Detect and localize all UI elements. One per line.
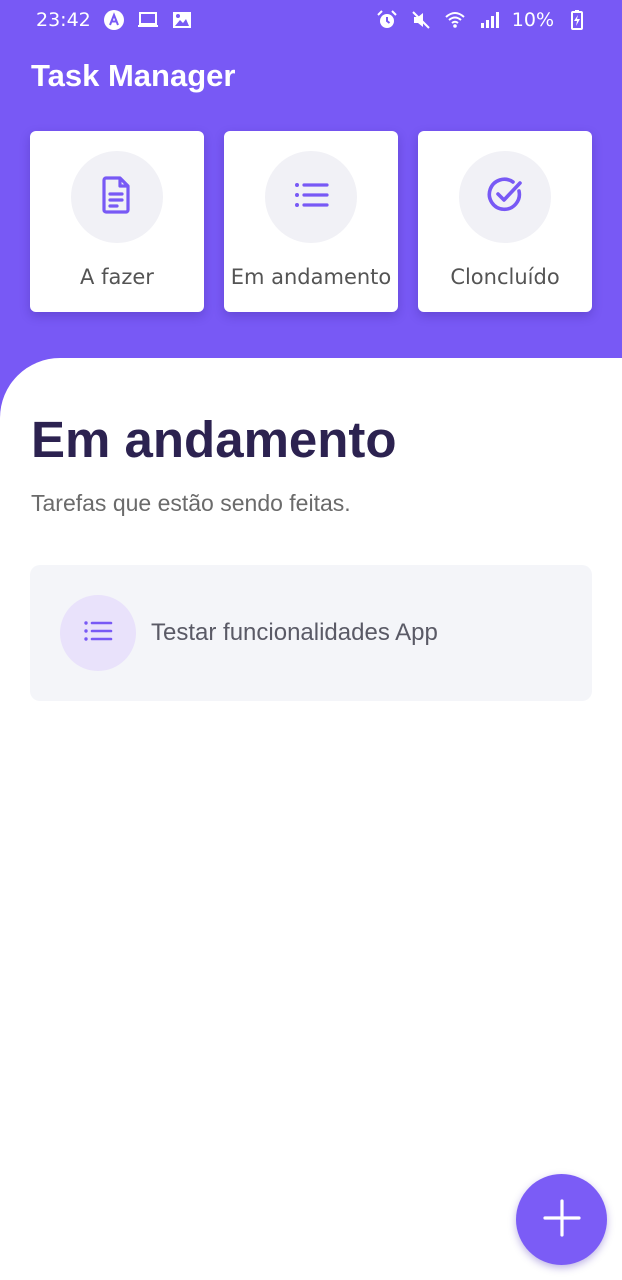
mute-icon <box>410 9 432 31</box>
category-icon-circle <box>459 151 551 243</box>
category-icon-circle <box>71 151 163 243</box>
wifi-icon <box>444 9 466 31</box>
signal-icon <box>478 9 500 31</box>
section-subtitle: Tarefas que estão sendo feitas. <box>31 490 351 516</box>
content-sheet: Em andamento Tarefas que estão sendo fei… <box>0 358 622 1280</box>
task-label: Testar funcionalidades App <box>151 619 438 646</box>
section-title: Em andamento <box>31 411 397 468</box>
category-label: Em andamento <box>230 265 392 289</box>
task-item[interactable]: Testar funcionalidades App <box>30 565 592 701</box>
list-icon <box>289 173 333 222</box>
laptop-icon <box>137 9 159 31</box>
category-card-concluido[interactable]: Cloncluído <box>418 131 592 312</box>
battery-charging-icon <box>566 9 588 31</box>
category-label: Cloncluído <box>450 265 560 289</box>
image-icon <box>171 9 193 31</box>
battery-percentage: 10% <box>511 9 554 31</box>
category-label: A fazer <box>80 265 154 289</box>
category-cards: A fazer Em andamento Cloncluído <box>30 131 592 312</box>
add-task-button[interactable] <box>516 1174 607 1265</box>
category-icon-circle <box>265 151 357 243</box>
category-card-em-andamento[interactable]: Em andamento <box>224 131 398 312</box>
plus-icon <box>542 1198 582 1241</box>
list-icon <box>80 613 116 654</box>
app-notification-icon <box>103 9 125 31</box>
task-list: Testar funcionalidades App <box>30 565 592 701</box>
document-icon <box>95 173 139 222</box>
task-icon-circle <box>60 595 136 671</box>
category-card-a-fazer[interactable]: A fazer <box>30 131 204 312</box>
status-bar: 23:42 10% <box>0 0 622 40</box>
alarm-icon <box>376 9 398 31</box>
check-circle-icon <box>483 173 527 222</box>
status-bar-right: 10% <box>376 9 588 31</box>
status-time: 23:42 <box>36 9 91 31</box>
app-title: Task Manager <box>31 58 236 93</box>
app-screen: 23:42 10% Task Manager A fazer Em andame… <box>0 0 622 1280</box>
status-bar-left: 23:42 <box>36 9 193 31</box>
